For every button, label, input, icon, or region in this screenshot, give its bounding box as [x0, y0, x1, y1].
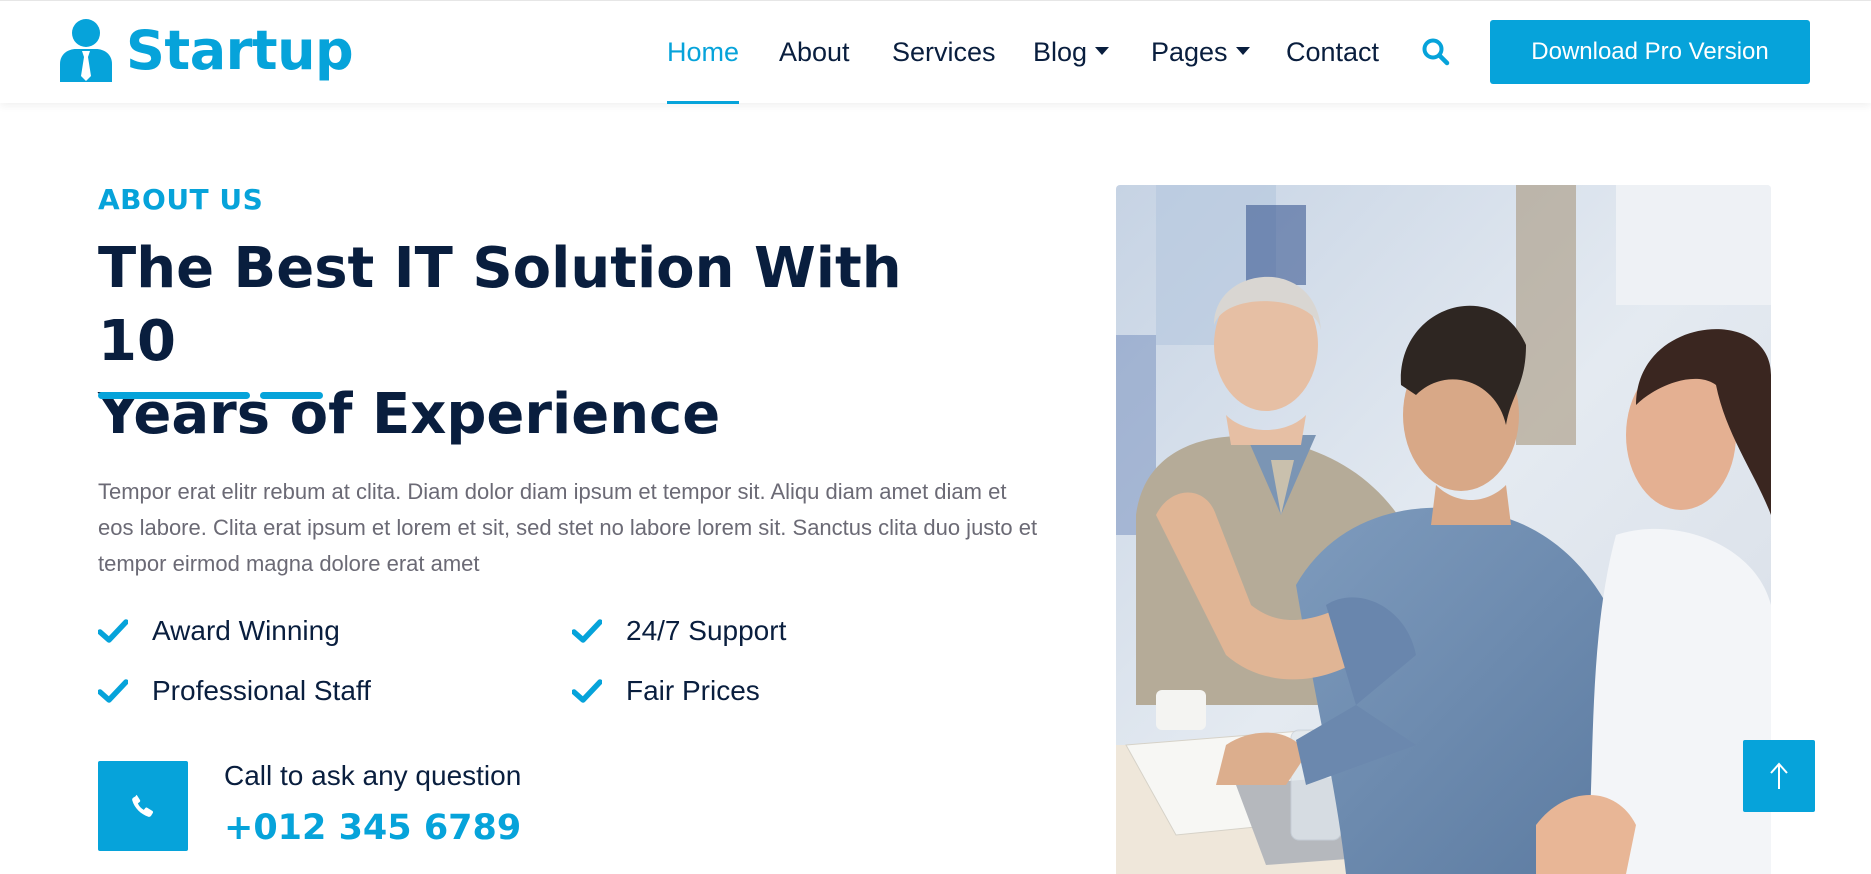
- title-underline-long: [98, 392, 250, 399]
- check-icon: [572, 619, 602, 643]
- back-to-top-button[interactable]: [1743, 740, 1815, 812]
- nav-item-services[interactable]: Services: [892, 1, 996, 104]
- nav-item-label: About: [779, 37, 850, 67]
- arrow-up-icon: [1770, 762, 1788, 789]
- feature-label: Award Winning: [152, 615, 340, 646]
- call-number[interactable]: +012 345 6789: [224, 808, 521, 848]
- brand-logo-link[interactable]: Startup: [58, 15, 354, 85]
- about-paragraph: Tempor erat elitr rebum at clita. Diam d…: [98, 479, 1038, 576]
- title-underline-short: [260, 392, 323, 399]
- headline-line-1: The Best IT Solution With 10: [98, 236, 902, 374]
- nav-item-contact[interactable]: Contact: [1286, 1, 1379, 104]
- feature-label: 24/7 Support: [626, 615, 787, 646]
- nav-item-home[interactable]: Home: [667, 1, 740, 104]
- section-headline: The Best IT Solution With 10 Years of Ex…: [98, 232, 998, 451]
- phone-icon: [132, 794, 154, 817]
- navbar: Startup Home About Services Blog Pages C…: [0, 0, 1871, 104]
- caret-down-icon: [1095, 46, 1110, 55]
- feature-item: Award Winning: [98, 615, 340, 647]
- search-button[interactable]: [1421, 37, 1451, 67]
- nav-item-blog[interactable]: Blog: [1033, 1, 1110, 104]
- call-button[interactable]: [98, 761, 188, 851]
- check-icon: [98, 619, 128, 643]
- about-image: [1116, 185, 1771, 874]
- feature-label: Fair Prices: [626, 675, 760, 706]
- feature-label: Professional Staff: [152, 675, 371, 706]
- nav-item-label: Blog: [1033, 37, 1088, 67]
- caret-down-icon: [1235, 46, 1250, 55]
- search-icon: [1422, 38, 1450, 66]
- nav-item-label: Home: [667, 37, 740, 67]
- nav-item-label: Contact: [1286, 37, 1380, 67]
- nav-item-label: Pages: [1151, 37, 1228, 67]
- feature-item: Fair Prices: [572, 675, 760, 707]
- brand-name: Startup: [126, 18, 354, 82]
- nav-item-label: Services: [892, 37, 996, 67]
- nav-item-pages[interactable]: Pages: [1151, 1, 1250, 104]
- call-label: Call to ask any question: [224, 760, 522, 791]
- check-icon: [572, 679, 602, 703]
- section-eyebrow: ABOUT US: [98, 183, 264, 216]
- feature-item: 24/7 Support: [572, 615, 786, 647]
- download-pro-button[interactable]: Download Pro Version: [1490, 20, 1810, 84]
- nav-item-about[interactable]: About: [779, 1, 850, 104]
- feature-item: Professional Staff: [98, 675, 371, 707]
- user-tie-icon: [58, 18, 114, 82]
- check-icon: [98, 679, 128, 703]
